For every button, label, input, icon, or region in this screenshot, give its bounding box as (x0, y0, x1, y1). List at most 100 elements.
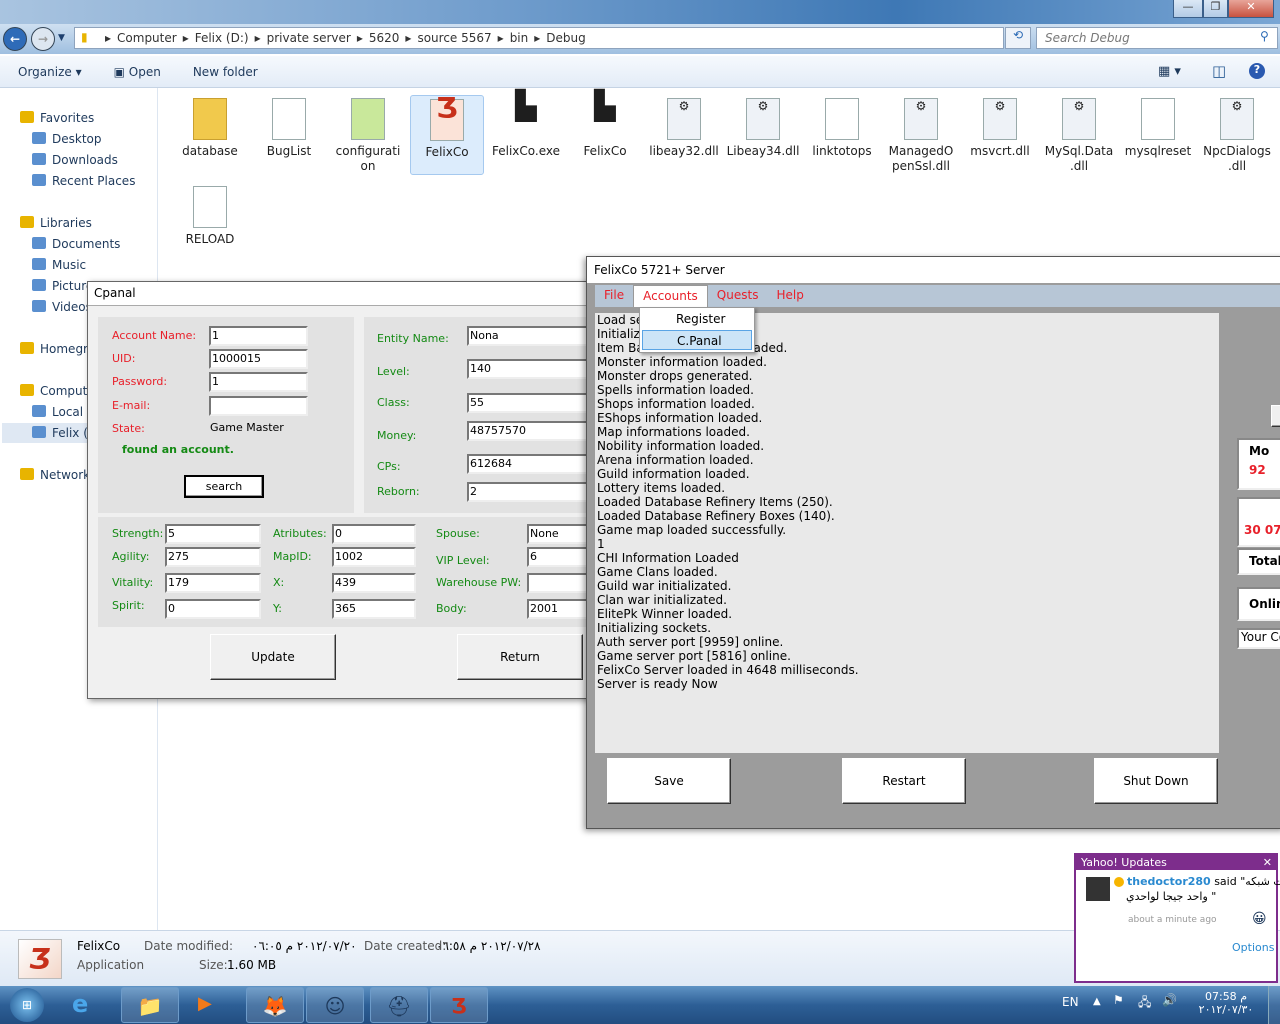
menu-file[interactable]: File (595, 285, 633, 307)
file-item[interactable]: ⚙ libeay32.dll (647, 95, 721, 175)
side-button[interactable] (1271, 405, 1280, 427)
file-item[interactable]: ⚙ Libeay34.dll (726, 95, 800, 175)
file-item[interactable]: ⚙ MySql.Data .dll (1042, 95, 1116, 175)
account-field-input[interactable]: 1000015 (209, 349, 308, 369)
start-button[interactable]: ⊞ (10, 988, 44, 1022)
breadcrumb-item[interactable]: private server (267, 31, 351, 45)
search-button[interactable]: search (184, 475, 264, 498)
breadcrumb-separator-icon[interactable]: ▸ (105, 31, 111, 45)
back-button[interactable]: ← (3, 27, 27, 51)
entity-field-input[interactable]: 55 (467, 393, 593, 413)
menu-item-cpanal[interactable]: C.Panal (642, 330, 752, 350)
breadcrumb-item[interactable]: 5620 (369, 31, 400, 45)
yahoo-options-link[interactable]: Options (1232, 941, 1274, 954)
file-item[interactable]: configurati on (331, 95, 405, 175)
search-icon[interactable]: ⚲ (1260, 29, 1269, 43)
menu-accounts[interactable]: Accounts (633, 285, 708, 307)
search-input[interactable]: Search Debug (1036, 27, 1278, 49)
show-hidden-icons[interactable]: ▲ (1093, 996, 1101, 1007)
stat-field-input[interactable]: 179 (165, 573, 261, 593)
nav-item[interactable]: Music (32, 255, 86, 275)
help-icon[interactable]: ? (1249, 63, 1265, 79)
new-folder-button[interactable]: New folder (193, 65, 258, 79)
refresh-button[interactable]: ⟲ (1005, 27, 1031, 49)
return-button[interactable]: Return (457, 634, 583, 680)
breadcrumb-item[interactable]: Debug (546, 31, 585, 45)
menu-quests[interactable]: Quests (708, 285, 768, 307)
file-item[interactable]: database (173, 95, 247, 175)
close-button[interactable]: ✕ (1228, 0, 1274, 18)
taskbar-explorer[interactable]: 📁 (121, 987, 179, 1023)
breadcrumb-item[interactable]: source 5567 (417, 31, 491, 45)
nav-item[interactable]: Homegr (20, 339, 88, 359)
file-item[interactable]: ▙ FelixCo (568, 92, 642, 175)
save-button[interactable]: Save (607, 758, 731, 804)
yahoo-username[interactable]: thedoctor280 (1127, 875, 1211, 888)
file-item[interactable]: ⚙ NpcDialogs .dll (1200, 95, 1274, 175)
menu-item-register[interactable]: Register (642, 309, 752, 329)
entity-field-input[interactable]: 2 (467, 482, 593, 502)
nav-item[interactable]: Comput (20, 381, 87, 401)
shutdown-button[interactable]: Shut Down (1094, 758, 1218, 804)
internet-explorer-icon[interactable]: e (72, 990, 88, 1018)
breadcrumb-item[interactable]: Computer (117, 31, 177, 45)
organize-button[interactable]: Organize ▾ (18, 65, 82, 79)
breadcrumb-separator-icon[interactable]: ▸ (498, 31, 504, 45)
account-field-input[interactable]: 1 (209, 372, 308, 392)
action-center-flag-icon[interactable]: ⚑ (1113, 993, 1124, 1007)
nav-item[interactable]: Documents (32, 234, 120, 254)
file-item[interactable]: ▙ FelixCo.exe (489, 92, 563, 175)
taskbar-game-client[interactable]: ⛑ (370, 987, 428, 1023)
clock[interactable]: 07:58 م ٢٠١٢/٠٧/٣٠ (1196, 990, 1256, 1016)
update-button[interactable]: Update (210, 634, 336, 680)
menu-help[interactable]: Help (767, 285, 812, 307)
entity-field-input[interactable]: 48757570 (467, 421, 593, 441)
breadcrumb-separator-icon[interactable]: ▸ (357, 31, 363, 45)
address-bar[interactable]: ▸ Computer ▸ Felix (D:) ▸ private server ▸ 5620… (74, 27, 1004, 49)
minimize-button[interactable]: — (1173, 0, 1203, 18)
preview-pane-icon[interactable]: ◫ (1212, 62, 1226, 80)
entity-field-input[interactable]: 140 (467, 359, 593, 379)
entity-field-input[interactable]: Nona (467, 326, 593, 346)
recent-pages-dropdown-icon[interactable]: ▼ (58, 33, 65, 43)
open-button[interactable]: ▣ Open (114, 65, 161, 79)
breadcrumb-item[interactable]: Felix (D:) (195, 31, 249, 45)
file-item[interactable]: ⚙ msvcrt.dll (963, 95, 1037, 175)
file-item[interactable]: linktotops (805, 95, 879, 175)
nav-item[interactable]: Libraries (20, 213, 92, 233)
stat-field-input[interactable]: 5 (165, 524, 261, 544)
file-item[interactable]: Ʒ FelixCo (410, 94, 484, 175)
maximize-button[interactable]: ❐ (1203, 0, 1228, 18)
breadcrumb-separator-icon[interactable]: ▸ (255, 31, 261, 45)
nav-item[interactable]: Desktop (32, 129, 102, 149)
breadcrumb-separator-icon[interactable]: ▸ (405, 31, 411, 45)
close-icon[interactable]: ✕ (1263, 855, 1272, 870)
nav-item[interactable]: Videos (32, 297, 92, 317)
nav-item[interactable]: Downloads (32, 150, 118, 170)
forward-button[interactable]: → (31, 27, 55, 51)
file-item[interactable]: RELOAD (173, 183, 247, 246)
breadcrumb-separator-icon[interactable]: ▸ (534, 31, 540, 45)
stat-field-input[interactable]: 0 (332, 524, 416, 544)
file-item[interactable]: BugList (252, 95, 326, 175)
restart-button[interactable]: Restart (842, 758, 966, 804)
file-item[interactable]: mysqlreset (1121, 95, 1195, 175)
breadcrumb-item[interactable]: bin (510, 31, 529, 45)
account-field-input[interactable] (209, 396, 308, 416)
nav-item[interactable]: Network (20, 465, 90, 485)
nav-item[interactable]: Recent Places (32, 171, 135, 191)
network-icon[interactable]: 🖧 (1138, 993, 1151, 1014)
stat-field-input[interactable]: 1002 (332, 547, 416, 567)
entity-field-input[interactable]: 612684 (467, 454, 593, 474)
taskbar-felixco[interactable]: Ʒ (430, 987, 488, 1023)
media-player-icon[interactable]: ▶ (198, 993, 212, 1014)
show-desktop-button[interactable] (1268, 986, 1280, 1024)
change-view-icon[interactable]: ▦ ▾ (1158, 64, 1181, 79)
volume-icon[interactable]: 🔊 (1162, 993, 1177, 1007)
taskbar-firefox[interactable]: 🦊 (246, 987, 304, 1023)
stat-field-input[interactable]: 439 (332, 573, 416, 593)
side-input[interactable]: Your Co (1237, 628, 1280, 649)
stat-field-input[interactable]: 365 (332, 599, 416, 619)
language-indicator[interactable]: EN (1062, 995, 1079, 1009)
account-field-input[interactable]: 1 (209, 326, 308, 346)
